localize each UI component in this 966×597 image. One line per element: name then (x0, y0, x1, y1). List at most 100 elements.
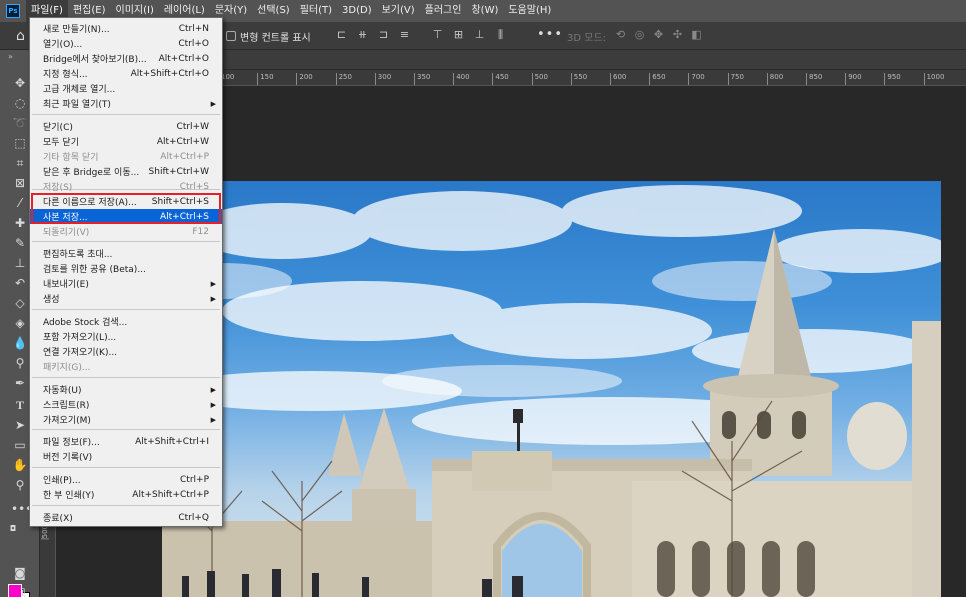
menu-item-place-embedded[interactable]: 포함 가져오기(L)... (30, 329, 222, 344)
3d-scale-icon[interactable]: ◧ (690, 28, 703, 42)
distribute-v-icon[interactable]: ⫼ (494, 28, 507, 42)
align-left-icon[interactable]: ⊏ (335, 28, 348, 42)
menu-item-close-and-go-to-bridge[interactable]: 닫은 후 Bridge로 이동... Shift+Ctrl+W (30, 164, 222, 179)
menu-item-share-for-review[interactable]: 검토를 위한 공유 (Beta)... (30, 261, 222, 276)
menu-filter[interactable]: 필터(T) (295, 0, 337, 22)
blur-tool-icon[interactable]: 💧 (11, 334, 29, 352)
menu-item-search-adobe-stock[interactable]: Adobe Stock 검색... (30, 314, 222, 329)
menu-item-label: 가져오기(M) (43, 416, 91, 426)
menu-item-label: 생성 (43, 295, 60, 305)
ruler-tick: 750 (727, 73, 744, 85)
align-hcenter-icon[interactable]: ⧺ (356, 28, 369, 42)
menu-plugins[interactable]: 플러그인 (420, 0, 467, 22)
history-brush-tool-icon[interactable]: ↶ (11, 274, 29, 292)
menu-item-label: 파일 정보(F)... (43, 438, 100, 448)
menu-item-invite-to-edit[interactable]: 편집하도록 초대... (30, 246, 222, 261)
menu-window[interactable]: 창(W) (466, 0, 503, 22)
ruler-tick: 250 (335, 73, 352, 85)
menu-item-shortcut: Ctrl+S (179, 181, 209, 192)
menu-3d[interactable]: 3D(D) (337, 0, 377, 22)
healing-brush-tool-icon[interactable]: ✚ (11, 214, 29, 232)
menu-item-save-a-copy[interactable]: 사본 저장... Alt+Ctrl+S (30, 209, 222, 224)
menu-item-label: Adobe Stock 검색... (43, 318, 128, 328)
distribute-h-icon[interactable]: ≡ (398, 28, 411, 42)
menu-item-label: 저장(S) (43, 183, 73, 193)
menu-view[interactable]: 보기(V) (377, 0, 420, 22)
quick-select-tool-icon[interactable]: ⬚ (11, 134, 29, 152)
menu-item-generate[interactable]: 생성 ▶ (30, 291, 222, 306)
dodge-tool-icon[interactable]: ⚲ (11, 354, 29, 372)
zoom-tool-icon[interactable]: ⚲ (11, 476, 29, 494)
move-tool-icon[interactable]: ✥ (11, 74, 29, 92)
lasso-tool-icon[interactable]: ➰ (11, 114, 29, 132)
transform-controls-checkbox[interactable] (226, 31, 236, 41)
menu-item-label: 버전 기록(V) (43, 453, 93, 463)
frame-tool-icon[interactable]: ⊠ (11, 174, 29, 192)
menu-item-close-all[interactable]: 모두 닫기 Alt+Ctrl+W (30, 134, 222, 149)
menu-item-label: 모두 닫기 (43, 138, 79, 148)
pen-tool-icon[interactable]: ✒ (11, 374, 29, 392)
eraser-tool-icon[interactable]: ◇ (11, 294, 29, 312)
menu-help[interactable]: 도움말(H) (503, 0, 556, 22)
menu-item-place-linked[interactable]: 연결 가져오기(K)... (30, 344, 222, 359)
edit-toolbar-icon[interactable]: ••• (11, 500, 32, 518)
document-image[interactable] (162, 181, 941, 597)
menu-item-label: 편집하도록 초대... (43, 250, 113, 260)
3d-orbit-icon[interactable]: ⟲ (614, 28, 627, 42)
align-vcenter-icon[interactable]: ⊞ (452, 28, 465, 42)
separator (419, 28, 423, 42)
collapse-arrows-icon[interactable]: » (8, 52, 13, 61)
clone-stamp-tool-icon[interactable]: ⊥ (11, 254, 29, 272)
type-tool-icon[interactable]: T (11, 396, 29, 414)
3d-pan-icon[interactable]: ✥ (652, 28, 665, 42)
menu-item-shortcut: Ctrl+N (178, 23, 209, 34)
menu-item-open[interactable]: 열기(O)... Ctrl+O (30, 36, 222, 51)
ruler-tick: 300 (374, 73, 391, 85)
menu-item-print-one-copy[interactable]: 한 부 인쇄(Y) Alt+Shift+Ctrl+P (30, 487, 222, 502)
menu-item-browse-in-bridge[interactable]: Bridge에서 찾아보기(B)... Alt+Ctrl+O (30, 51, 222, 66)
menu-item-open-as[interactable]: 지정 형식... Alt+Shift+Ctrl+O (30, 66, 222, 81)
align-top-icon[interactable]: ⊤ (431, 28, 444, 42)
paint-bucket-tool-icon[interactable]: ◈ (11, 314, 29, 332)
rectangle-tool-icon[interactable]: ▭ (11, 436, 29, 454)
menu-item-exit[interactable]: 종료(X) Ctrl+Q (30, 510, 222, 525)
menu-item-shortcut: Alt+Shift+Ctrl+O (130, 68, 209, 79)
menu-select[interactable]: 선택(S) (252, 0, 295, 22)
eyedropper-tool-icon[interactable]: ⁄ (11, 194, 29, 212)
menu-item-label: 검토를 위한 공유 (Beta)... (43, 265, 146, 275)
menu-item-automate[interactable]: 자동화(U) ▶ (30, 382, 222, 397)
menu-item-file-info[interactable]: 파일 정보(F)... Alt+Shift+Ctrl+I (30, 434, 222, 449)
3d-slide-icon[interactable]: ✣ (671, 28, 684, 42)
menu-item-export[interactable]: 내보내기(E) ▶ (30, 276, 222, 291)
menu-item-print[interactable]: 인쇄(P)... Ctrl+P (30, 472, 222, 487)
menu-item-label: 종료(X) (43, 514, 73, 524)
hand-tool-icon[interactable]: ✋ (11, 456, 29, 474)
menu-item-save-as[interactable]: 다른 이름으로 저장(A)... Shift+Ctrl+S (30, 194, 222, 209)
menu-item-shortcut: Alt+Shift+Ctrl+I (135, 436, 209, 447)
menu-item-new[interactable]: 새로 만들기(N)... Ctrl+N (30, 21, 222, 36)
menu-item-scripts[interactable]: 스크립트(R) ▶ (30, 397, 222, 412)
align-right-icon[interactable]: ⊐ (377, 28, 390, 42)
align-bottom-icon[interactable]: ⊥ (473, 28, 486, 42)
menu-separator (32, 467, 220, 468)
path-select-tool-icon[interactable]: ➤ (11, 416, 29, 434)
menu-separator (32, 114, 220, 115)
photoshop-logo-icon: Ps (6, 4, 20, 18)
3d-roll-icon[interactable]: ◎ (633, 28, 646, 42)
menu-item-import[interactable]: 가져오기(M) ▶ (30, 412, 222, 427)
menu-item-version-history[interactable]: 버전 기록(V) (30, 449, 222, 464)
foreground-color-swatch[interactable] (8, 584, 22, 597)
crop-tool-icon[interactable]: ⌗ (11, 154, 29, 172)
marquee-tool-icon[interactable]: ◌ (11, 94, 29, 112)
menu-item-save: 저장(S) Ctrl+S (30, 179, 222, 194)
menu-item-open-recent[interactable]: 최근 파일 열기(T) ▶ (30, 96, 222, 111)
brush-tool-icon[interactable]: ✎ (11, 234, 29, 252)
menu-item-label: 자동화(U) (43, 386, 82, 396)
menu-item-close-others: 기타 항목 닫기 Alt+Ctrl+P (30, 149, 222, 164)
menu-item-open-as-smart-object[interactable]: 고급 개체로 열기... (30, 81, 222, 96)
ruler-tick: 700 (688, 73, 705, 85)
menu-item-close[interactable]: 닫기(C) Ctrl+W (30, 119, 222, 134)
default-colors-icon[interactable]: ◘ (4, 520, 22, 538)
more-options-icon[interactable]: ••• (537, 27, 563, 42)
quick-mask-icon[interactable]: ◙ (11, 564, 29, 582)
